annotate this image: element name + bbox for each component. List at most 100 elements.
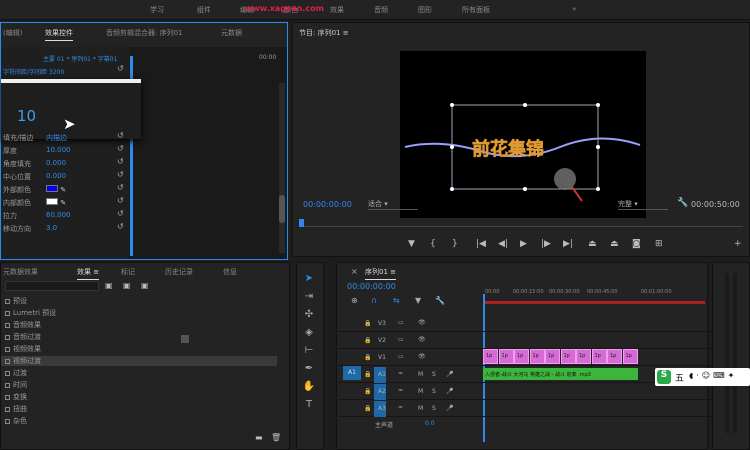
voiceover-icon[interactable]: 🎤	[446, 405, 453, 412]
sync-lock-icon[interactable]: ≈	[398, 404, 403, 411]
linked-selection-icon[interactable]: ⇆	[393, 296, 400, 305]
effect-folder-item[interactable]: 预设	[5, 296, 27, 306]
property-value[interactable]: 3.0	[46, 224, 57, 232]
sync-lock-icon[interactable]: ≈	[398, 370, 403, 377]
video-clip[interactable]: 1p	[591, 349, 607, 364]
effect-folder-item[interactable]: Lumetri 预设	[5, 308, 56, 318]
go-to-out-button[interactable]: ▶|	[563, 239, 573, 249]
mute-button[interactable]: M	[418, 388, 423, 395]
selection-tool-icon[interactable]: ➤	[301, 273, 317, 284]
workspace-audio[interactable]: 音频	[374, 5, 388, 15]
effect-folder-item[interactable]: 视频过渡	[1, 356, 277, 366]
resize-handle[interactable]	[181, 335, 189, 343]
type-tool-icon[interactable]: T	[301, 399, 317, 410]
eye-icon[interactable]: 👁	[418, 353, 426, 360]
sync-lock-icon[interactable]: ▭	[398, 336, 404, 343]
property-value[interactable]: 0.000	[46, 159, 66, 167]
effect-folder-item[interactable]: 过渡	[5, 368, 27, 378]
mute-button[interactable]: M	[418, 371, 423, 378]
workspace-effects[interactable]: 效果	[330, 5, 344, 15]
property-value[interactable]: 内描边	[46, 133, 67, 143]
voiceover-icon[interactable]: 🎤	[446, 388, 453, 395]
lock-icon[interactable]: 🔒	[364, 337, 371, 344]
reset-icon[interactable]: ↺	[117, 183, 124, 192]
tab-metadata[interactable]: 元数据	[221, 28, 242, 38]
effects-search-input[interactable]	[5, 281, 99, 291]
snap-icon[interactable]: ∩	[371, 296, 377, 305]
scrollbar[interactable]	[279, 83, 285, 253]
eye-icon[interactable]: 👁	[418, 336, 426, 343]
wrench-icon[interactable]: 🔧	[677, 198, 688, 208]
reset-icon[interactable]: ↺	[117, 144, 124, 153]
workspace-graphics[interactable]: 图形	[418, 5, 432, 15]
effect-folder-item[interactable]: 音频过渡	[5, 332, 41, 342]
effect-folder-item[interactable]: 视频效果	[5, 344, 41, 354]
tracking-row[interactable]: 字符间距/字间距 3200	[3, 67, 64, 76]
tab-info[interactable]: 信息	[223, 267, 237, 277]
lift-button[interactable]: ⏏	[588, 239, 597, 249]
sync-lock-icon[interactable]: ▭	[398, 353, 404, 360]
razor-tool-icon[interactable]: ◈	[301, 327, 317, 338]
property-value[interactable]: 10.000	[46, 146, 71, 154]
nest-icon[interactable]: ⊕	[351, 296, 358, 305]
audio-clip[interactable]: 入侵者-战斗 大河马 英雄之战 - 战斗 前奏 .mp3	[483, 368, 638, 380]
video-clip[interactable]: 1p	[514, 349, 529, 364]
ripple-edit-tool-icon[interactable]: ✣	[301, 309, 317, 320]
lock-icon[interactable]: 🔒	[364, 354, 371, 361]
value-popup[interactable]: 10 ➤	[1, 79, 141, 139]
lock-icon[interactable]: 🔒	[364, 371, 371, 378]
lock-icon[interactable]: 🔒	[364, 388, 371, 395]
workspace-all-panels[interactable]: 所有面板	[462, 5, 490, 15]
effect-folder-item[interactable]: 音频效果	[5, 320, 41, 330]
slip-tool-icon[interactable]: ⊢	[301, 345, 317, 356]
ime-tools-icons[interactable]: ◖·☺⌨✦	[689, 371, 737, 380]
ime-mode-label[interactable]: 五	[675, 371, 684, 384]
tab-history[interactable]: 历史记录	[165, 267, 193, 277]
reset-icon[interactable]: ↺	[117, 196, 124, 205]
property-value[interactable]: ✎	[46, 185, 66, 194]
step-back-button[interactable]: ◀|	[498, 239, 508, 249]
tab-effect-controls[interactable]: 效果控件	[45, 28, 73, 41]
sync-lock-icon[interactable]: ≈	[398, 387, 403, 394]
mark-in-button[interactable]: {	[430, 239, 436, 249]
pen-tool-icon[interactable]: ✒	[301, 363, 317, 374]
accelerated-effects-icon[interactable]: ▣	[105, 281, 113, 290]
reset-icon[interactable]: ↺	[117, 209, 124, 218]
extract-button[interactable]: ⏏	[610, 239, 619, 249]
fit-dropdown[interactable]: 适合 ▾	[368, 199, 418, 210]
program-ruler[interactable]	[299, 219, 743, 227]
yuv-effects-icon[interactable]: ▣	[141, 281, 149, 290]
tab-effects[interactable]: 效果 ≡	[77, 267, 100, 280]
reset-icon[interactable]: ↺	[117, 170, 124, 179]
program-timecode[interactable]: 00:00:00:00	[303, 200, 352, 209]
add-button[interactable]: +	[734, 239, 742, 249]
mark-out-button[interactable]: }	[452, 239, 458, 249]
video-clip[interactable]: 1p	[576, 349, 591, 364]
ime-toolbar[interactable]: S 五 ◖·☺⌨✦	[655, 368, 750, 386]
source-patch[interactable]: A1	[343, 366, 361, 380]
lock-icon[interactable]: 🔒	[364, 405, 371, 412]
hand-tool-icon[interactable]: ✋	[301, 381, 317, 392]
effect-folder-item[interactable]: 扭曲	[5, 404, 27, 414]
workspace-learn[interactable]: 学习	[150, 5, 164, 15]
solo-button[interactable]: S	[432, 405, 436, 412]
eyedropper-icon[interactable]: ✎	[58, 199, 66, 207]
go-to-in-button[interactable]: |◀	[476, 239, 486, 249]
add-marker-icon[interactable]: ▼	[415, 296, 421, 305]
settings-wrench-icon[interactable]: 🔧	[435, 296, 445, 305]
reset-icon[interactable]: ↺	[117, 64, 124, 73]
tab-sequence[interactable]: 序列01 ≡	[365, 267, 396, 280]
video-clip[interactable]: 1p	[483, 349, 498, 364]
play-button[interactable]: ▶	[520, 239, 527, 249]
lock-icon[interactable]: 🔒	[364, 320, 371, 327]
workspace-more[interactable]: »	[572, 5, 576, 13]
property-value[interactable]: 0.000	[46, 172, 66, 180]
property-value[interactable]: ✎	[46, 198, 66, 207]
eye-icon[interactable]: 👁	[418, 319, 426, 326]
tab-metadata-effects[interactable]: 元数据效果	[3, 267, 38, 277]
tab-markers[interactable]: 标记	[121, 267, 135, 277]
close-icon[interactable]: ×	[351, 267, 358, 276]
video-clip[interactable]: 1p	[545, 349, 560, 364]
video-clip[interactable]: 1p	[622, 349, 638, 364]
export-frame-button[interactable]: ◙	[632, 239, 641, 249]
